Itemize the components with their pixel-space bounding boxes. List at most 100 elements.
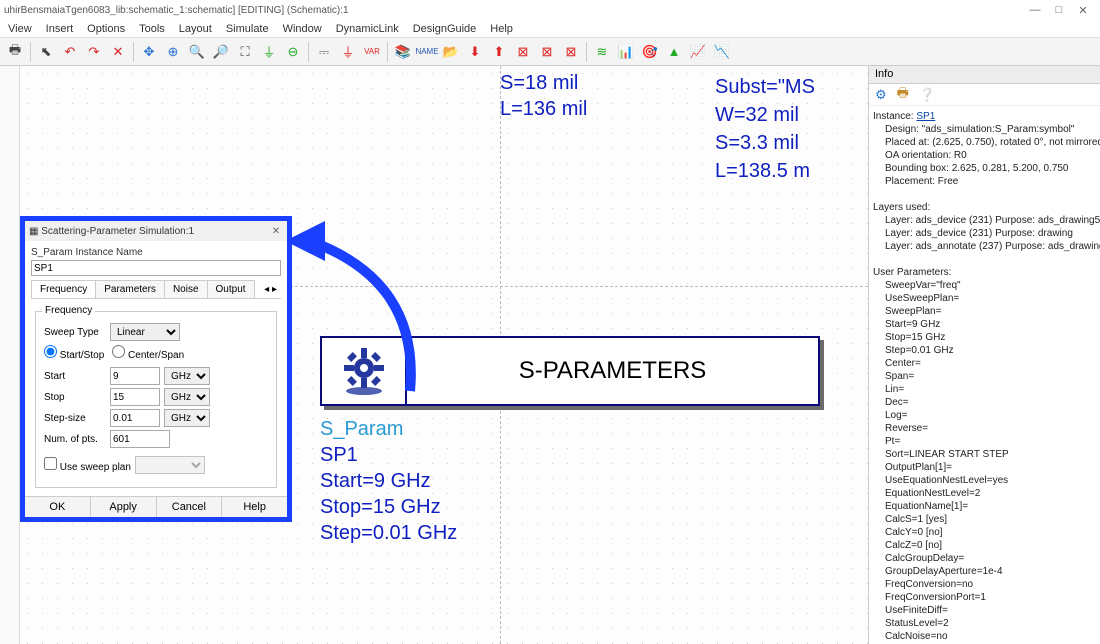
schematic-param-s: S=18 mil [500,72,578,95]
hierarchy-icon[interactable]: 📂 [440,41,462,63]
s-parameters-block[interactable]: S-PARAMETERS [320,336,820,406]
window-title: uhirBensmaiaTgen6083_lib:schematic_1:sch… [4,5,349,16]
user-param-row: GroupDelayAperture=1e-4 [885,565,1096,578]
move-icon[interactable]: ✥ [138,41,160,63]
deactivate-icon[interactable]: ⊠ [560,41,582,63]
cancel-button[interactable]: Cancel [157,497,223,517]
param-stop: Stop=15 GHz [320,494,457,520]
user-param-row: CalcGroupDelay= [885,552,1096,565]
select-icon[interactable]: ⬉ [35,41,57,63]
step-field[interactable] [110,409,160,427]
port-icon[interactable]: ⊖ [282,41,304,63]
ground2-icon[interactable]: ⏚ [337,41,359,63]
gear-icon[interactable]: ⚙ [875,87,887,103]
start-field[interactable] [110,367,160,385]
radio-center-span[interactable]: Center/Span [112,345,184,361]
step-label: Step-size [44,413,106,424]
pan-icon[interactable]: ⊕ [162,41,184,63]
menu-designguide[interactable]: DesignGuide [413,23,477,35]
print-info-icon[interactable]: 🖶 [897,84,909,106]
wire-icon[interactable]: ⎓ [313,41,335,63]
user-param-row: Span= [885,370,1096,383]
instance-name-field[interactable] [31,260,281,276]
menu-options[interactable]: Options [87,23,125,35]
var-icon[interactable]: VAR [361,41,383,63]
dialog-icon: ▦ [29,226,38,237]
info-design: Design: "ads_simulation:S_Param:symbol" [873,123,1096,136]
tab-scroll[interactable]: ◂ ▸ [260,284,281,295]
schematic-canvas[interactable]: S=18 mil L=136 mil Subst="MS W=32 mil S=… [20,66,868,644]
param-start: Start=9 GHz [320,468,457,494]
sweep-type-select[interactable]: Linear [110,323,180,341]
menu-window[interactable]: Window [283,23,322,35]
ok-button[interactable]: OK [25,497,91,517]
simulate-icon[interactable]: ≋ [591,41,613,63]
delete-icon[interactable]: ✕ [107,41,129,63]
tune-icon[interactable]: 📊 [615,41,637,63]
menu-help[interactable]: Help [490,23,513,35]
ground-icon[interactable]: ⏚ [258,41,280,63]
print-icon[interactable]: 🖶 [4,41,26,63]
redo-icon[interactable]: ↷ [83,41,105,63]
s-parameters-title: S-PARAMETERS [407,338,818,404]
info-placement: Placement: Free [873,175,1096,188]
name-icon[interactable]: NAME [416,41,438,63]
user-param-row: Pt= [885,435,1096,448]
tab-frequency[interactable]: Frequency [31,280,96,298]
short-icon[interactable]: ⊠ [536,41,558,63]
user-param-row: OutputPlan[1]= [885,461,1096,474]
menu-tools[interactable]: Tools [139,23,165,35]
user-param-row: Start=9 GHz [885,318,1096,331]
help-button[interactable]: Help [222,497,287,517]
info-body[interactable]: Instance: SP1 Design: "ads_simulation:S_… [869,106,1100,644]
menu-simulate[interactable]: Simulate [226,23,269,35]
tab-output[interactable]: Output [207,280,255,298]
zoom-in-icon[interactable]: 🔍 [186,41,208,63]
radio-start-stop[interactable]: Start/Stop [44,345,104,361]
zoom-out-icon[interactable]: 🔎 [210,41,232,63]
dialog-titlebar[interactable]: ▦ Scattering-Parameter Simulation:1 ✕ [25,221,287,241]
apply-button[interactable]: Apply [91,497,157,517]
schematic-param-w: W=32 mil [715,104,799,127]
push-icon[interactable]: ⬇ [464,41,486,63]
optimize-icon[interactable]: 🎯 [639,41,661,63]
close-button[interactable]: ✕ [1076,4,1090,17]
menu-dynamiclink[interactable]: DynamicLink [336,23,399,35]
disable-icon[interactable]: ⊠ [512,41,534,63]
s-parameters-icon [322,338,407,404]
instance-type: S_Param [320,416,457,442]
user-param-row: CalcS=1 [yes] [885,513,1096,526]
use-sweep-plan-checkbox[interactable]: Use sweep plan [44,457,131,473]
maximize-button[interactable]: □ [1052,4,1066,17]
s-parameters-params[interactable]: S_Param SP1 Start=9 GHz Stop=15 GHz Step… [320,416,457,546]
user-param-row: SweepPlan= [885,305,1096,318]
tab-parameters[interactable]: Parameters [95,280,165,298]
npts-label: Num. of pts. [44,434,106,445]
library-icon[interactable]: 📚 [392,41,414,63]
stop-field[interactable] [110,388,160,406]
user-param-row: CalcNoise=no [885,630,1096,643]
data-icon[interactable]: 📉 [711,41,733,63]
tab-noise[interactable]: Noise [164,280,208,298]
menu-insert[interactable]: Insert [46,23,74,35]
minimize-button[interactable]: — [1028,4,1042,17]
instance-link[interactable]: SP1 [916,111,935,122]
display-icon[interactable]: 📈 [687,41,709,63]
menu-layout[interactable]: Layout [179,23,212,35]
up-icon[interactable]: ▲ [663,41,685,63]
stop-unit-select[interactable]: GHz [164,388,210,406]
pop-icon[interactable]: ⬆ [488,41,510,63]
left-palette[interactable] [0,66,20,644]
zoom-fit-icon[interactable]: ⛶ [234,41,256,63]
user-param-row: Sort=LINEAR START STEP [885,448,1096,461]
step-unit-select[interactable]: GHz [164,409,210,427]
schematic-param-s2: S=3.3 mil [715,132,799,155]
menu-view[interactable]: View [8,23,32,35]
undo-icon[interactable]: ↶ [59,41,81,63]
start-unit-select[interactable]: GHz [164,367,210,385]
npts-field[interactable] [110,430,170,448]
dialog-close-icon[interactable]: ✕ [269,226,283,237]
sweep-type-label: Sweep Type [44,327,106,338]
help-icon[interactable]: ❔ [919,87,935,103]
user-param-row: EquationNestLevel=2 [885,487,1096,500]
